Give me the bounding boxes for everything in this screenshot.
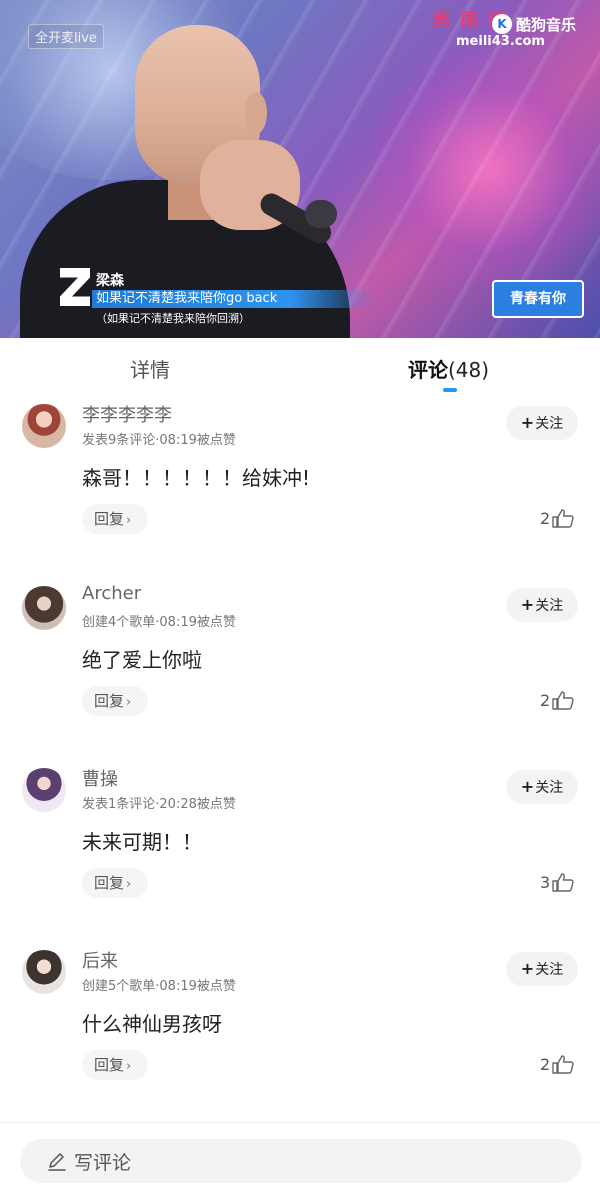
thumbs-up-icon	[552, 691, 574, 710]
microphone-head	[305, 200, 337, 228]
tab-comments[interactable]: 评论(48)	[408, 354, 489, 383]
reply-button[interactable]: 回复 ›	[82, 1050, 148, 1080]
chevron-right-icon: ›	[126, 877, 132, 892]
like-button[interactable]: 3	[540, 872, 574, 892]
comment-meta: 发表9条评论·08:19被点赞	[82, 433, 236, 448]
like-count: 2	[540, 508, 551, 528]
plus-icon: +	[520, 413, 535, 432]
avatar[interactable]	[22, 404, 66, 448]
reply-button[interactable]: 回复 ›	[82, 504, 148, 534]
comment-item: 李李李李李 发表9条评论·08:19被点赞 +关注 森哥！！！！！！给妹冲! 回…	[0, 398, 600, 580]
thumbs-up-icon	[552, 873, 574, 892]
follow-label: 关注	[535, 598, 564, 614]
comment-item: Archer 创建4个歌单·08:19被点赞 +关注 绝了爱上你啦 回复 › 2	[0, 580, 600, 762]
tab-bar: 详情 评论(48)	[0, 338, 600, 398]
thumbs-up-icon	[552, 1055, 574, 1074]
comment-item: 后来 创建5个歌单·08:19被点赞 +关注 什么神仙男孩呀 回复 › 2	[0, 944, 600, 1126]
comment-meta: 创建4个歌单·08:19被点赞	[82, 615, 236, 630]
like-count: 2	[540, 1054, 551, 1074]
comment-text: 什么神仙男孩呀	[82, 1012, 222, 1036]
like-button[interactable]: 2	[540, 690, 574, 710]
thumbs-up-icon	[552, 509, 574, 528]
comment-username[interactable]: 李李李李李	[82, 401, 172, 427]
live-tag: 全开麦live	[28, 24, 104, 49]
comment-username[interactable]: 曹操	[82, 765, 118, 791]
follow-button[interactable]: +关注	[506, 770, 578, 804]
brand-name: 酷狗音乐	[516, 16, 577, 34]
like-count: 2	[540, 690, 551, 710]
reply-button[interactable]: 回复 ›	[82, 686, 148, 716]
pencil-icon	[48, 1153, 66, 1171]
write-comment-input[interactable]: 写评论	[20, 1139, 582, 1183]
follow-label: 关注	[535, 416, 564, 432]
comment-meta: 发表1条评论·20:28被点赞	[82, 797, 236, 812]
follow-label: 关注	[535, 780, 564, 796]
tab-details[interactable]: 详情	[130, 354, 170, 383]
comment-input-bar: 写评论	[0, 1122, 600, 1192]
lyric-subtitle: （如果记不清楚我来陪你回溯）	[96, 312, 250, 325]
follow-label: 关注	[535, 962, 564, 978]
follow-button[interactable]: +关注	[506, 952, 578, 986]
reply-label: 回复	[94, 874, 125, 892]
follow-button[interactable]: +关注	[506, 406, 578, 440]
comment-item: 曹操 发表1条评论·20:28被点赞 +关注 未来可期！！ 回复 › 3	[0, 762, 600, 944]
lyric-line: 如果记不清楚我来陪你go back	[96, 291, 278, 306]
reply-label: 回复	[94, 510, 125, 528]
like-count: 3	[540, 872, 551, 892]
comment-text: 未来可期！！	[82, 830, 202, 854]
avatar[interactable]	[22, 950, 66, 994]
write-comment-placeholder: 写评论	[74, 1151, 132, 1174]
comment-text: 森哥！！！！！！给妹冲!	[82, 466, 311, 490]
chevron-right-icon: ›	[126, 513, 132, 528]
reply-button[interactable]: 回复 ›	[82, 868, 148, 898]
watermark-url: meili43.com	[456, 34, 545, 49]
reply-label: 回复	[94, 1056, 125, 1074]
video-player[interactable]: 全开麦live 美 丽 网 meili43.com K 酷狗音乐 梁森 如果记不…	[0, 0, 600, 338]
chevron-right-icon: ›	[126, 695, 132, 710]
follow-button[interactable]: +关注	[506, 588, 578, 622]
performer-ear	[245, 92, 267, 134]
tab-comments-label: 评论	[408, 358, 448, 382]
comment-count: (48)	[448, 358, 490, 382]
plus-icon: +	[520, 959, 535, 978]
like-button[interactable]: 2	[540, 508, 574, 528]
avatar[interactable]	[22, 586, 66, 630]
plus-icon: +	[520, 595, 535, 614]
show-logo: 青春有你	[492, 280, 584, 318]
active-tab-indicator	[443, 388, 457, 392]
comment-username[interactable]: 后来	[82, 947, 118, 973]
plus-icon: +	[520, 777, 535, 796]
like-button[interactable]: 2	[540, 1054, 574, 1074]
comment-username[interactable]: Archer	[82, 583, 141, 604]
reply-label: 回复	[94, 692, 125, 710]
chevron-right-icon: ›	[126, 1059, 132, 1074]
comment-text: 绝了爱上你啦	[82, 648, 202, 672]
comment-meta: 创建5个歌单·08:19被点赞	[82, 979, 236, 994]
singer-name: 梁森	[96, 273, 124, 289]
kugou-logo-icon: K	[492, 14, 512, 34]
avatar[interactable]	[22, 768, 66, 812]
